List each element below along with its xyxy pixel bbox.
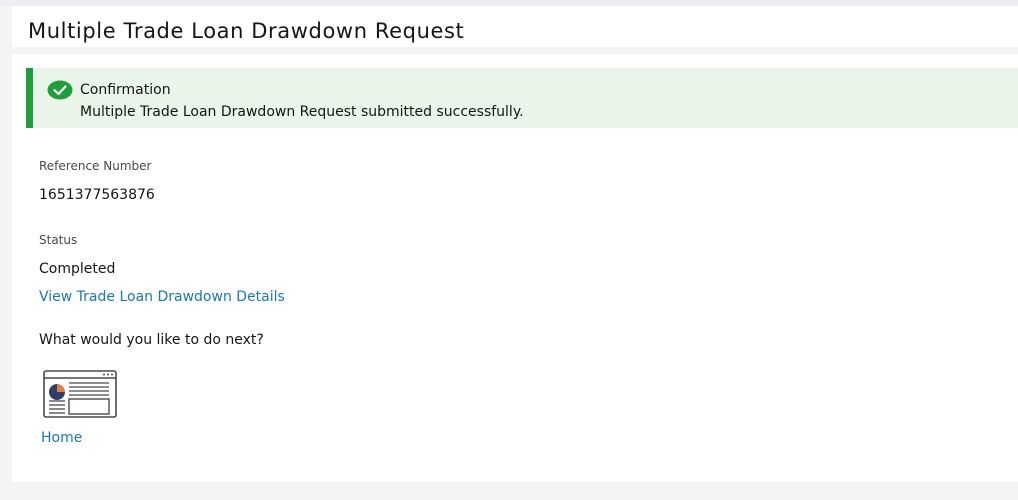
home-action-tile[interactable]: Home <box>39 368 129 448</box>
page-header: Multiple Trade Loan Drawdown Request <box>12 6 1018 47</box>
check-circle-icon <box>47 80 73 100</box>
confirmation-message: Multiple Trade Loan Drawdown Request sub… <box>80 104 524 120</box>
confirmation-banner: Confirmation Multiple Trade Loan Drawdow… <box>26 68 1018 128</box>
reference-number-label: Reference Number <box>39 159 152 173</box>
main-content: Confirmation Multiple Trade Loan Drawdow… <box>12 54 1018 482</box>
home-label: Home <box>41 430 83 446</box>
confirmation-title: Confirmation <box>80 82 171 98</box>
next-actions-prompt: What would you like to do next? <box>39 332 264 348</box>
view-drawdown-details-link[interactable]: View Trade Loan Drawdown Details <box>39 289 285 305</box>
page-title: Multiple Trade Loan Drawdown Request <box>28 19 465 43</box>
status-value: Completed <box>39 261 116 277</box>
dashboard-window-icon <box>43 370 117 418</box>
status-label: Status <box>39 233 78 247</box>
reference-number-value: 1651377563876 <box>39 187 155 203</box>
